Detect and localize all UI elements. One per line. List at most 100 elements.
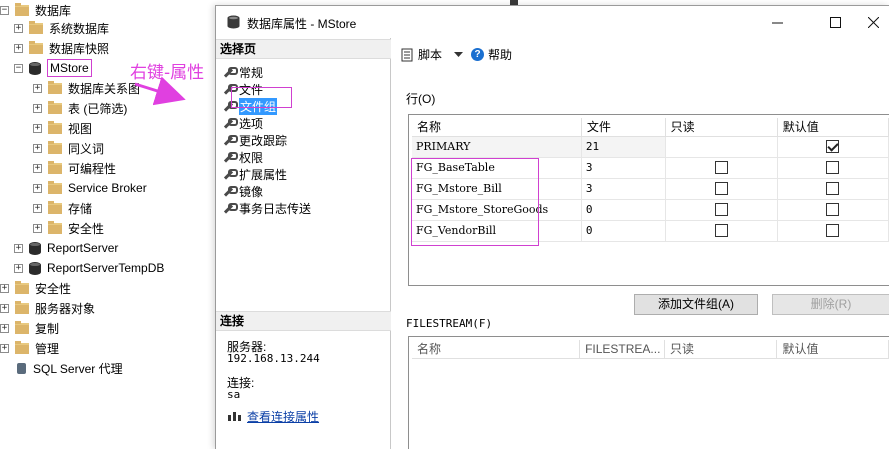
tree-item[interactable]: − 数据库 xyxy=(0,0,71,20)
page-item[interactable]: 权限 xyxy=(223,149,263,165)
tree-item[interactable]: + 系统数据库 xyxy=(14,18,109,38)
column-header-name[interactable]: 名称 xyxy=(412,118,582,137)
expand-icon[interactable]: + xyxy=(33,83,42,93)
tree-item[interactable]: + 视图 xyxy=(33,118,92,138)
readonly-checkbox[interactable] xyxy=(714,161,728,175)
expand-icon[interactable]: + xyxy=(0,323,9,333)
filegroup-readonly-cell[interactable] xyxy=(665,220,778,242)
expand-icon[interactable]: + xyxy=(14,43,23,53)
expand-icon[interactable]: + xyxy=(33,143,42,153)
tree-item[interactable]: + 数据库快照 xyxy=(14,38,109,58)
readonly-checkbox[interactable] xyxy=(714,182,728,196)
filegroup-name-cell[interactable]: PRIMARY xyxy=(412,136,582,158)
tree-item-label: 复制 xyxy=(35,321,60,336)
page-item[interactable]: 更改跟踪 xyxy=(223,132,287,148)
readonly-checkbox[interactable] xyxy=(714,224,728,238)
filegroup-default-cell[interactable] xyxy=(777,157,889,179)
minimize-button[interactable] xyxy=(754,6,800,38)
filegroup-default-cell[interactable] xyxy=(777,199,889,221)
expand-icon[interactable]: + xyxy=(14,243,23,253)
tree-item[interactable]: − MStore xyxy=(14,58,92,78)
tree-item[interactable]: + Service Broker xyxy=(33,178,147,198)
filegroup-name-cell[interactable]: FG_BaseTable xyxy=(412,157,582,179)
fs-column-header-filestream[interactable]: FILESTREA... xyxy=(579,340,666,359)
column-header-readonly[interactable]: 只读 xyxy=(665,118,778,137)
page-item-label: 事务日志传送 xyxy=(239,201,312,216)
tree-item[interactable]: + 服务器对象 xyxy=(0,298,95,318)
view-connection-properties-link[interactable]: 查看连接属性 xyxy=(247,408,319,425)
fs-column-header-readonly[interactable]: 只读 xyxy=(664,340,778,359)
expand-icon[interactable]: + xyxy=(33,223,42,233)
filegroup-name-cell[interactable]: FG_Mstore_Bill xyxy=(412,178,582,200)
filegroup-row[interactable]: FG_BaseTable 3 xyxy=(412,157,889,179)
folder-icon xyxy=(48,120,62,134)
tree-item[interactable]: + 存储 xyxy=(33,198,92,218)
page-item[interactable]: 常规 xyxy=(223,64,263,80)
tree-item[interactable]: + 同义词 xyxy=(33,138,104,158)
column-header-default[interactable]: 默认值 xyxy=(777,118,889,137)
expand-icon[interactable]: + xyxy=(0,343,9,353)
expand-icon[interactable]: + xyxy=(33,123,42,133)
remove-filegroup-button[interactable]: 删除(R) xyxy=(772,294,889,315)
tree-item[interactable]: + ReportServer xyxy=(14,238,118,258)
wrench-icon xyxy=(223,66,238,78)
minimize-icon xyxy=(771,22,783,23)
filegroup-readonly-cell[interactable] xyxy=(665,199,778,221)
collapse-icon[interactable]: − xyxy=(14,63,23,73)
tree-item[interactable]: + 可编程性 xyxy=(33,158,116,178)
tree-item[interactable]: + 复制 xyxy=(0,318,59,338)
filegroup-row[interactable]: FG_Mstore_StoreGoods 0 xyxy=(412,199,889,221)
close-button[interactable] xyxy=(856,6,889,38)
tree-item[interactable]: + 安全性 xyxy=(33,218,104,238)
collapse-icon[interactable]: − xyxy=(0,5,9,15)
expand-icon[interactable]: + xyxy=(33,163,42,173)
fs-column-header-default[interactable]: 默认值 xyxy=(776,340,889,359)
tree-item[interactable]: + 管理 xyxy=(0,338,59,358)
filegroup-row[interactable]: FG_VendorBill 0 xyxy=(412,220,889,242)
script-button[interactable]: 脚本 xyxy=(401,46,464,63)
add-filegroup-button[interactable]: 添加文件组(A) xyxy=(634,294,758,315)
filegroup-row[interactable]: FG_Mstore_Bill 3 xyxy=(412,178,889,200)
readonly-checkbox[interactable] xyxy=(714,203,728,217)
filegroup-default-cell[interactable] xyxy=(777,220,889,242)
tree-item-label: Service Broker xyxy=(68,181,147,195)
tree-item[interactable]: + 安全性 xyxy=(0,278,71,298)
page-item[interactable]: 文件 xyxy=(223,81,263,97)
help-button[interactable]: ? 帮助 xyxy=(471,46,512,63)
maximize-button[interactable] xyxy=(812,6,858,38)
expand-icon[interactable]: + xyxy=(14,23,23,33)
tree-item[interactable]: + 数据库关系图 xyxy=(33,78,140,98)
default-checkbox[interactable] xyxy=(826,203,840,217)
filegroup-row[interactable]: PRIMARY 21 xyxy=(412,136,889,158)
column-header-files[interactable]: 文件 xyxy=(581,118,666,137)
filegroup-readonly-cell[interactable] xyxy=(665,178,778,200)
page-item[interactable]: 扩展属性 xyxy=(223,166,287,182)
page-item[interactable]: 事务日志传送 xyxy=(223,200,311,216)
default-checkbox[interactable] xyxy=(826,224,840,238)
page-item[interactable]: 选项 xyxy=(223,115,263,131)
tree-item[interactable]: + ReportServerTempDB xyxy=(14,258,164,278)
page-item[interactable]: 镜像 xyxy=(223,183,263,199)
expand-icon[interactable]: + xyxy=(33,103,42,113)
tree-item[interactable]: + 表 (已筛选) xyxy=(33,98,127,118)
wrench-icon xyxy=(223,185,238,197)
filegroup-name-cell[interactable]: FG_VendorBill xyxy=(412,220,582,242)
expand-icon[interactable]: + xyxy=(0,303,9,313)
filegroup-readonly-cell[interactable] xyxy=(665,157,778,179)
expand-icon[interactable]: + xyxy=(0,283,9,293)
filegroup-name-cell[interactable]: FG_Mstore_StoreGoods xyxy=(412,199,582,221)
default-checkbox[interactable] xyxy=(826,140,840,154)
expand-icon[interactable]: + xyxy=(33,183,42,193)
filegroup-files-cell: 0 xyxy=(581,220,666,242)
tree-item[interactable]: SQL Server 代理 xyxy=(0,358,123,378)
default-checkbox[interactable] xyxy=(826,182,840,196)
default-checkbox[interactable] xyxy=(826,161,840,175)
expand-icon[interactable]: + xyxy=(14,263,23,273)
tree-item-label: 表 (已筛选) xyxy=(68,101,128,116)
filegroup-default-cell[interactable] xyxy=(777,178,889,200)
expand-icon[interactable]: + xyxy=(33,203,42,213)
page-item[interactable]: 文件组 xyxy=(223,97,278,115)
filegroup-default-cell[interactable] xyxy=(777,136,889,158)
fs-column-header-name[interactable]: 名称 xyxy=(412,340,581,359)
title-bar[interactable]: 数据库属性 - MStore xyxy=(216,6,889,38)
